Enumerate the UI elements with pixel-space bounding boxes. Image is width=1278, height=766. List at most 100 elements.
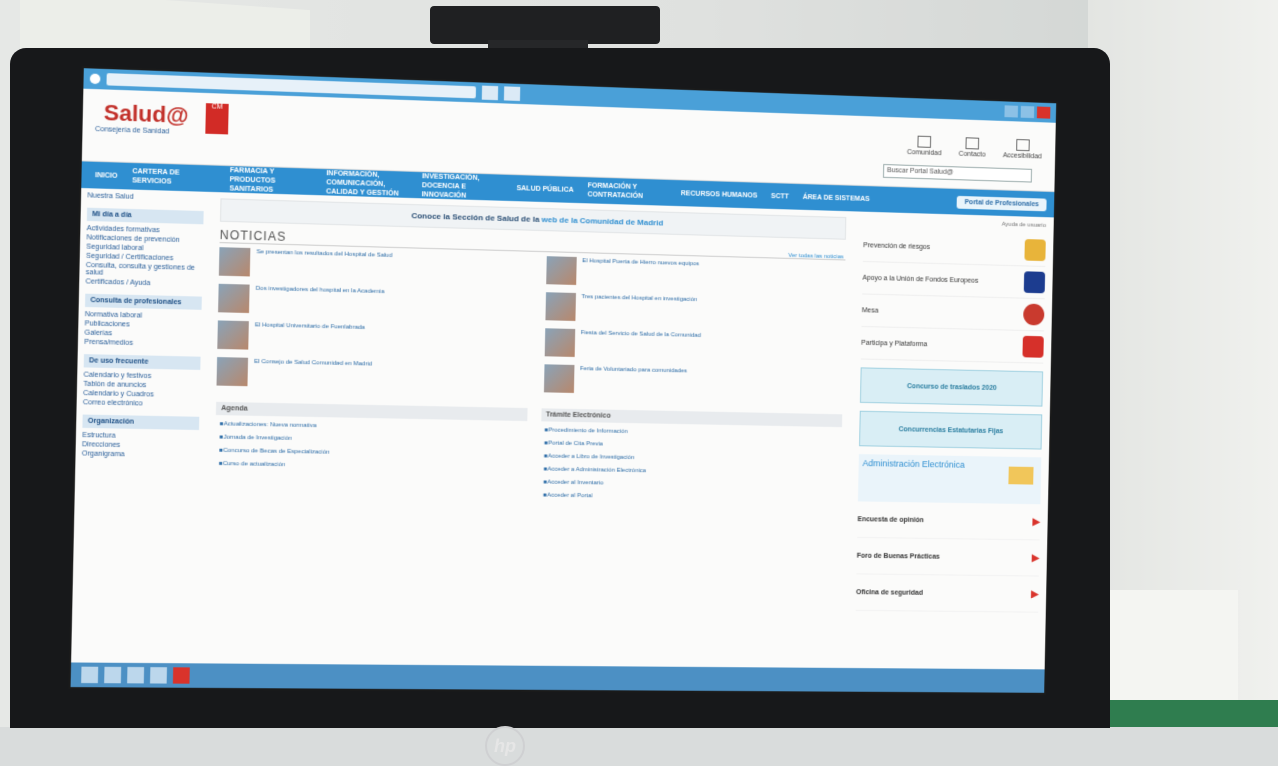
sidebar-section-title[interactable]: Organización [82,414,200,431]
tool-contacto[interactable]: Contacto [959,137,986,159]
nav-item[interactable]: ÁREA DE SISTEMAS [798,192,875,203]
concurrencias-button[interactable]: Concurrencias Estatutarias Fijas [859,410,1043,450]
arrow-right-icon: ▶ [1031,552,1040,564]
arrow-link[interactable]: Foro de Buenas Prácticas ▶ [856,537,1040,577]
sidebar-link[interactable]: Direcciones [82,441,199,450]
news-item[interactable]: Dos investigadores del hospital en la Ac… [218,283,527,320]
news-item[interactable]: Se presentan los resultados del Hospital… [218,247,528,284]
sidebar-link[interactable]: Calendario y festivos [83,372,200,382]
concurso-traslados-button[interactable]: Concurso de traslados 2020 [859,367,1044,407]
tramite-item[interactable]: Acceder al Portal [543,492,840,505]
banner-link[interactable]: web de la Comunidad de Madrid [542,215,664,228]
taskbar-app-icon[interactable] [172,667,190,684]
right-column: Ayuda de usuario Prevención de riesgos A… [846,211,1054,692]
agenda-item[interactable]: Curso de actualización [219,460,526,473]
sidebar-link[interactable]: Estructura [82,432,199,441]
back-icon[interactable] [89,73,101,85]
news-item[interactable]: El Hospital Puerta de Hierro nuevos equi… [545,256,846,292]
taskbar-app-icon[interactable] [150,667,167,684]
sidebar-section-title[interactable]: Mi día a día [86,207,204,225]
breadcrumb[interactable]: Nuestra Salud [87,192,204,203]
nav-item[interactable]: INICIO [90,170,123,180]
tool-accesibilidad[interactable]: Accesibilidad [1003,139,1042,160]
arrow-link[interactable]: Encuesta de opinión ▶ [857,501,1041,541]
star-icon [1022,335,1044,358]
portal-profesionales-button[interactable]: Portal de Profesionales [956,195,1047,211]
news-grid: Se presentan los resultados del Hospital… [216,247,846,398]
banner-text: Conoce la Sección de Salud de la [411,211,540,224]
sidebar-link[interactable]: Prensa/medios [84,339,201,349]
header-tools: Comunidad Contacto Accesibilidad [907,135,1042,160]
tramite-item[interactable]: Procedimiento de Información [545,426,842,440]
nav-item[interactable]: CARTERA DE SERVICIOS [127,167,221,188]
nav-item[interactable]: INVESTIGACIÓN, DOCENCIA E INNOVACIÓN [416,171,507,201]
close-icon[interactable] [1036,106,1051,119]
nav-item[interactable]: INFORMACIÓN, COMUNICACIÓN, CALIDAD Y GES… [321,168,413,198]
tramite-item[interactable]: Acceder al Inventario [543,478,840,491]
right-item[interactable]: Participa y Plataforma [860,326,1044,364]
sidebar-link[interactable]: Publicaciones [85,320,202,330]
webcam [430,6,660,44]
sidebar-link[interactable]: Organigrama [82,450,199,459]
eu-flag-icon [1023,271,1046,294]
news-thumbnail [218,247,251,277]
right-item[interactable]: Mesa [861,294,1045,332]
browser-tab-1[interactable] [481,85,499,101]
minimize-icon[interactable] [1004,105,1019,118]
nav-item[interactable]: FARMACIA Y PRODUCTOS SANITARIOS [224,165,317,195]
maximize-icon[interactable] [1020,105,1035,119]
search-input[interactable]: Buscar Portal Salud@ [882,164,1033,183]
sidebar-section-title[interactable]: De uso frecuente [83,354,201,370]
nav-item[interactable]: SALUD PÚBLICA [511,183,578,194]
agenda-item[interactable]: Concurso de Becas de Especialización [219,447,526,460]
folder-icon [1008,466,1034,485]
sidebar-link[interactable]: Calendario y Cuadros [83,390,200,400]
right-item[interactable]: Apoyo a la Unión de Fondos Europeos [862,261,1046,300]
agenda-panel: Agenda Actualizaciones: Nueva normativa … [214,401,528,504]
agenda-item[interactable]: Jornada de Investigación [219,433,526,447]
admin-electronica-banner[interactable]: Administración Electrónica [857,454,1042,505]
news-item[interactable]: El Hospital Universitario de Fuenlabrada [217,320,526,355]
sidebar-link[interactable]: Certificados / Ayuda [85,278,202,288]
right-item[interactable]: Prevención de riesgos [862,229,1046,267]
nav-item[interactable]: SCTT [766,191,794,201]
tramites-panel: Trámite Electrónico Procedimiento de Inf… [539,408,843,509]
tramite-item[interactable]: Acceder a Administración Electrónica [544,465,841,478]
arrow-right-icon: ▶ [1031,588,1039,600]
tramite-item[interactable]: Acceder a Libro de Investigación [544,452,841,465]
help-link[interactable]: Ayuda de usuario [864,218,1047,229]
nav-item[interactable]: RECURSOS HUMANOS [676,189,762,201]
start-icon[interactable] [81,666,99,684]
comunidad-logo[interactable]: CM [205,103,229,135]
green-strip [1108,700,1278,727]
sidebar-link[interactable]: Correo electrónico [83,399,200,408]
taskbar-app-icon[interactable] [104,666,122,684]
arrow-right-icon: ▶ [1032,516,1041,528]
tramites-title: Trámite Electrónico [540,408,843,428]
sidebar-link[interactable]: Galerías [84,330,201,340]
news-item[interactable]: Feria de Voluntariado para comunidades [543,364,843,398]
sidebar-section-title[interactable]: Consulta de profesionales [84,293,202,310]
news-item[interactable]: Fiesta del Servicio de Salud de la Comun… [544,328,844,363]
sidebar-link[interactable]: Normativa laboral [85,311,202,321]
arrow-link[interactable]: Oficina de seguridad ▶ [855,574,1039,613]
news-thumbnail [544,292,576,321]
taskbar-app-icon[interactable] [127,666,145,684]
tool-comunidad[interactable]: Comunidad [907,135,942,157]
browser-tab-2[interactable] [503,86,521,101]
hp-logo: hp [485,726,525,766]
main-content: Conoce la Sección de Salud de la web de … [200,192,856,693]
sidebar-link[interactable]: Consulta, consulta y gestiones de salud [86,262,203,279]
agenda-item[interactable]: Actualizaciones: Nueva normativa [220,420,527,434]
sidebar: Nuestra Salud Mi día a día Actividades f… [71,188,211,689]
news-thumbnail [545,256,577,285]
news-more-link[interactable]: Ver todas las noticias [788,253,843,260]
nav-item[interactable]: FORMACIÓN Y CONTRATACIÓN [583,181,673,202]
stamp-icon [1023,303,1045,326]
news-item[interactable]: El Consejo de Salud Comunidad en Madrid [216,357,526,392]
contact-icon [965,137,980,150]
news-item[interactable]: Tres pacientes del Hospital en investiga… [544,292,845,327]
tramite-item[interactable]: Portal de Cita Previa [544,439,841,452]
salud-logo[interactable]: Salud@ [104,100,189,129]
sidebar-link[interactable]: Tablón de anuncios [83,381,200,391]
